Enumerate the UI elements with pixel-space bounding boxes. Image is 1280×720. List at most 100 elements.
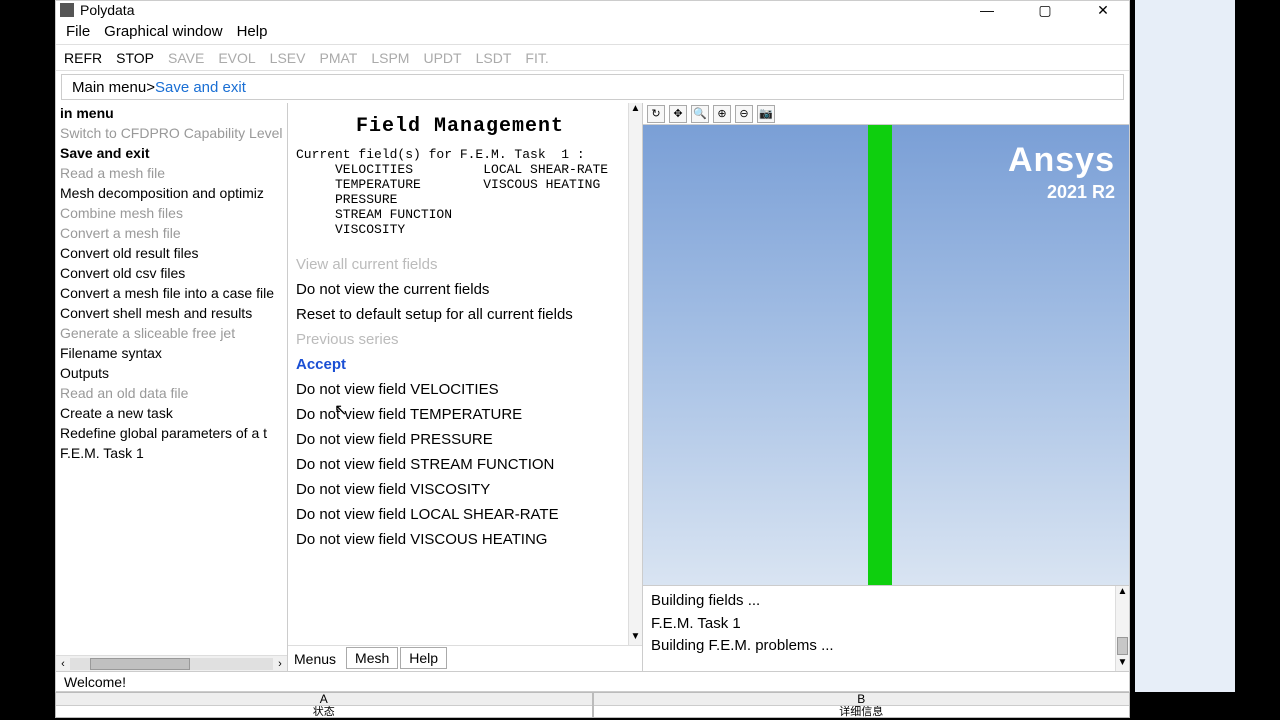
left-menu-item[interactable]: Combine mesh files — [56, 203, 287, 223]
hscroll-left-arrow[interactable]: ‹ — [56, 658, 70, 670]
bottom-tabs: Menus Mesh Help — [288, 645, 642, 671]
minimize-button[interactable]: — — [967, 1, 1007, 19]
toolbar-stop[interactable]: STOP — [116, 50, 154, 66]
left-menu-item[interactable]: Convert old csv files — [56, 263, 287, 283]
left-menu-hscroll[interactable]: ‹ › — [56, 655, 287, 671]
sheet-column: B详细信息 — [593, 692, 1131, 718]
log-scrollbar[interactable]: ▲ ▼ — [1115, 586, 1129, 671]
camera-icon[interactable]: 📷 — [757, 105, 775, 123]
breadcrumb-root[interactable]: Main menu — [72, 79, 146, 96]
toolbar-evol: EVOL — [218, 50, 255, 66]
sheet-tab[interactable]: 状态 — [56, 706, 592, 717]
main-area: in menuSwitch to CFDPRO Capability Level… — [56, 103, 1129, 671]
sheet-tab[interactable]: 详细信息 — [594, 706, 1130, 717]
scroll-up-arrow[interactable]: ▲ — [629, 103, 642, 117]
left-menu-item[interactable]: Save and exit — [56, 143, 287, 163]
maximize-button[interactable]: ▢ — [1025, 1, 1065, 19]
left-menu-item[interactable]: Read an old data file — [56, 383, 287, 403]
sheet-column-header[interactable]: B — [594, 693, 1130, 706]
left-menu-item[interactable]: Read a mesh file — [56, 163, 287, 183]
log-line: Building fields ... — [651, 590, 1107, 613]
left-menu-item[interactable]: Generate a sliceable free jet — [56, 323, 287, 343]
field-action-item[interactable]: Do not view the current fields — [296, 281, 624, 298]
brand-watermark: Ansys 2021 R2 — [1008, 141, 1115, 203]
toolbar-updt: UPDT — [423, 50, 461, 66]
left-menu-item[interactable]: Mesh decomposition and optimiz — [56, 183, 287, 203]
accept-button[interactable]: Accept — [296, 356, 624, 373]
field-action-item[interactable]: Do not view field VISCOSITY — [296, 481, 624, 498]
brand-version: 2021 R2 — [1008, 182, 1115, 203]
tab-mesh[interactable]: Mesh — [346, 647, 398, 669]
statusbar: Welcome! — [56, 671, 1129, 691]
toolbar: REFR STOP SAVE EVOL LSEV PMAT LSPM UPDT LSDT FIT. — [56, 45, 1129, 71]
current-fields-text: Current field(s) for F.E.M. Task 1 : VEL… — [296, 148, 624, 238]
menu-graphical-window[interactable]: Graphical window — [104, 23, 222, 40]
breadcrumb-sep: > — [146, 79, 155, 96]
brand-name: Ansys — [1008, 141, 1115, 180]
toolbar-pmat: PMAT — [319, 50, 357, 66]
left-menu-item[interactable]: Create a new task — [56, 403, 287, 423]
hscroll-thumb[interactable] — [90, 658, 190, 670]
log-line: F.E.M. Task 1 — [651, 613, 1107, 636]
toolbar-refr[interactable]: REFR — [64, 50, 102, 66]
left-menu-item[interactable]: in menu — [56, 103, 287, 123]
field-action-item[interactable]: Do not view field STREAM FUNCTION — [296, 456, 624, 473]
left-menu: in menuSwitch to CFDPRO Capability Level… — [56, 103, 288, 671]
field-action-item[interactable]: Do not view field VELOCITIES — [296, 381, 624, 398]
left-menu-item[interactable]: Outputs — [56, 363, 287, 383]
model-geometry — [868, 125, 892, 585]
log-scroll-up[interactable]: ▲ — [1116, 586, 1129, 600]
center-scrollbar[interactable]: ▲ ▼ — [628, 103, 642, 645]
left-menu-item[interactable]: Filename syntax — [56, 343, 287, 363]
sheet-column-header[interactable]: A — [56, 693, 592, 706]
menubar: File Graphical window Help — [56, 19, 1129, 45]
spreadsheet-strip: A状态B详细信息 — [55, 692, 1130, 718]
app-icon — [60, 3, 74, 17]
tab-help[interactable]: Help — [400, 647, 447, 669]
pan-icon[interactable]: ✥ — [669, 105, 687, 123]
field-action-item: Previous series — [296, 331, 624, 348]
log-scroll-thumb[interactable] — [1117, 637, 1128, 655]
right-panel: ↻✥🔍⊕⊖📷 Ansys 2021 R2 Building fields ...… — [643, 103, 1129, 671]
toolbar-lsdt: LSDT — [476, 50, 512, 66]
field-action-item[interactable]: Reset to default setup for all current f… — [296, 306, 624, 323]
left-menu-item[interactable]: Convert shell mesh and results — [56, 303, 287, 323]
left-menu-item[interactable]: Convert old result files — [56, 243, 287, 263]
left-menu-item[interactable]: Switch to CFDPRO Capability Level — [56, 123, 287, 143]
graphics-viewport[interactable]: Ansys 2021 R2 — [643, 125, 1129, 585]
tab-menus[interactable]: Menus — [292, 649, 344, 669]
left-menu-item[interactable]: Convert a mesh file — [56, 223, 287, 243]
toolbar-fit: FIT. — [525, 50, 548, 66]
titlebar: Polydata — ▢ ✕ — [56, 1, 1129, 19]
breadcrumb: Main menu > Save and exit — [61, 74, 1124, 100]
scroll-down-arrow[interactable]: ▼ — [629, 631, 642, 645]
toolbar-lspm: LSPM — [371, 50, 409, 66]
zoom-icon[interactable]: 🔍 — [691, 105, 709, 123]
zoom-out-icon[interactable]: ⊖ — [735, 105, 753, 123]
hscroll-right-arrow[interactable]: › — [273, 658, 287, 670]
log-panel: Building fields ...F.E.M. Task 1 Buildin… — [643, 585, 1129, 671]
toolbar-save: SAVE — [168, 50, 204, 66]
breadcrumb-current[interactable]: Save and exit — [155, 79, 246, 96]
field-action-item[interactable]: Do not view field PRESSURE — [296, 431, 624, 448]
field-action-item[interactable]: Do not view field VISCOUS HEATING — [296, 531, 624, 548]
app-window: Polydata — ▢ ✕ File Graphical window Hel… — [55, 0, 1130, 692]
graphics-toolbar: ↻✥🔍⊕⊖📷 — [643, 103, 1129, 125]
field-action-item[interactable]: Do not view field LOCAL SHEAR-RATE — [296, 506, 624, 523]
background-sliver — [1135, 0, 1235, 692]
center-panel: Field Management Current field(s) for F.… — [288, 103, 643, 671]
left-menu-item[interactable]: Redefine global parameters of a t — [56, 423, 287, 443]
field-action-item: View all current fields — [296, 256, 624, 273]
status-text: Welcome! — [64, 674, 126, 690]
zoom-in-icon[interactable]: ⊕ — [713, 105, 731, 123]
left-menu-item[interactable]: F.E.M. Task 1 — [56, 443, 287, 463]
left-menu-item[interactable]: Convert a mesh file into a case file — [56, 283, 287, 303]
menu-help[interactable]: Help — [237, 23, 268, 40]
menu-file[interactable]: File — [66, 23, 90, 40]
toolbar-lsev: LSEV — [270, 50, 306, 66]
close-button[interactable]: ✕ — [1083, 1, 1123, 19]
refresh-icon[interactable]: ↻ — [647, 105, 665, 123]
field-action-item[interactable]: Do not view field TEMPERATURE — [296, 406, 624, 423]
log-scroll-down[interactable]: ▼ — [1116, 657, 1129, 671]
hscroll-track[interactable] — [70, 658, 273, 670]
